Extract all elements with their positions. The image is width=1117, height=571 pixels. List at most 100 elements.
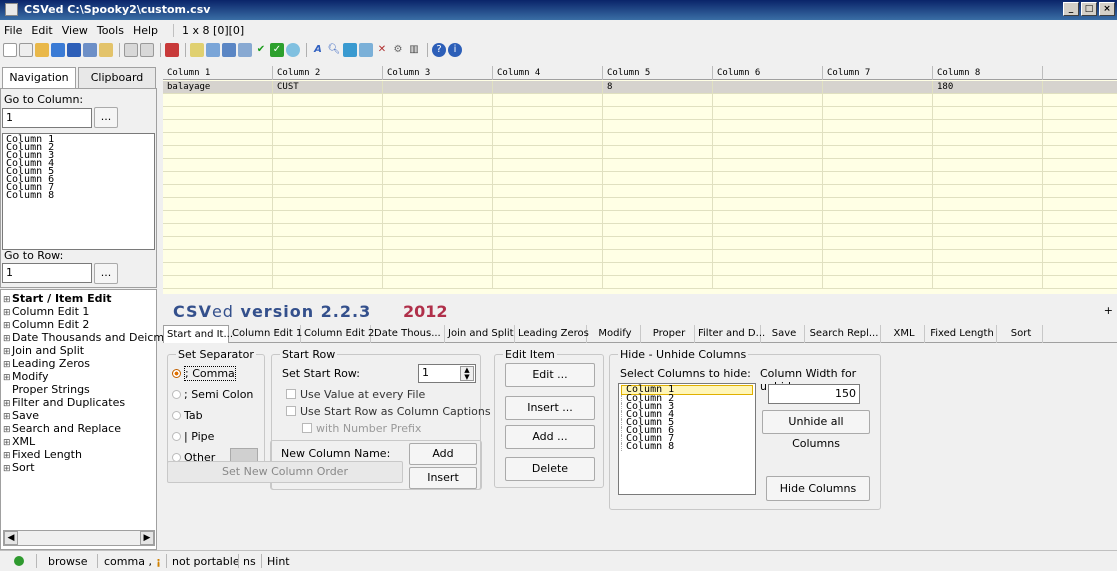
table-cell[interactable] — [1043, 263, 1117, 276]
table-row[interactable] — [163, 211, 1117, 224]
info-icon[interactable]: i — [448, 43, 462, 57]
hide-columns-list[interactable]: Column 1 Column 2 Column 3 Column 4 Column 5… — [618, 383, 756, 495]
table-cell[interactable]: balayage — [163, 81, 273, 94]
save-icon[interactable] — [67, 43, 81, 57]
table-row[interactable] — [163, 237, 1117, 250]
table-cell[interactable] — [273, 276, 383, 289]
table-cell[interactable] — [493, 185, 603, 198]
table-cell[interactable] — [273, 94, 383, 107]
table-cell[interactable] — [163, 94, 273, 107]
copy-icon[interactable] — [206, 43, 220, 57]
table-cell[interactable] — [383, 146, 493, 159]
number-prefix-checkbox[interactable]: with Number Prefix — [302, 422, 421, 435]
table-cell[interactable] — [493, 263, 603, 276]
menu-file[interactable]: File — [4, 24, 22, 37]
table-cell[interactable] — [493, 198, 603, 211]
column-list[interactable]: Column 1 Column 2 Column 3 Column 4 Colu… — [2, 133, 155, 250]
table-cell[interactable] — [493, 237, 603, 250]
table-cell[interactable] — [933, 133, 1043, 146]
table-cell[interactable] — [273, 107, 383, 120]
function-tab[interactable]: Modify — [587, 325, 641, 343]
table-cell[interactable] — [163, 146, 273, 159]
table-cell[interactable] — [823, 250, 933, 263]
table-cell[interactable] — [163, 120, 273, 133]
table-cell[interactable] — [603, 159, 713, 172]
globe-icon[interactable] — [286, 43, 300, 57]
column-header[interactable]: Column 4 — [493, 66, 603, 80]
column-header[interactable]: Column 8 — [933, 66, 1043, 80]
table-cell[interactable] — [493, 250, 603, 263]
table-cell[interactable] — [493, 81, 603, 94]
table-row[interactable] — [163, 146, 1117, 159]
column-header[interactable]: Column 3 — [383, 66, 493, 80]
radio-pipe[interactable]: | Pipe — [172, 430, 214, 443]
table-cell[interactable] — [713, 94, 823, 107]
table-cell[interactable] — [823, 159, 933, 172]
minimize-button[interactable]: _ — [1063, 2, 1079, 16]
tree-item[interactable]: ⊞Fixed Length — [1, 448, 156, 461]
tree-item[interactable]: ⊞Column Edit 1 — [1, 305, 156, 318]
function-tab[interactable]: Column Edit 2 — [301, 325, 374, 343]
go-to-column-button[interactable]: ... — [94, 107, 118, 128]
table-cell[interactable] — [493, 224, 603, 237]
table-cell[interactable] — [603, 224, 713, 237]
table-cell[interactable] — [163, 250, 273, 263]
tree-item[interactable]: Proper Strings — [1, 383, 156, 396]
table-cell[interactable] — [493, 159, 603, 172]
table-row[interactable] — [163, 198, 1117, 211]
table-cell[interactable] — [823, 107, 933, 120]
delete-item-button[interactable]: Delete — [505, 457, 595, 481]
table-cell[interactable] — [163, 172, 273, 185]
table-cell[interactable] — [603, 237, 713, 250]
menu-view[interactable]: View — [62, 24, 88, 37]
function-tab[interactable]: Date Thous... — [371, 325, 445, 343]
table-cell[interactable] — [493, 146, 603, 159]
table-cell[interactable] — [823, 211, 933, 224]
table-cell[interactable] — [163, 276, 273, 289]
set-column-order-button[interactable]: Set New Column Order — [167, 461, 403, 483]
data-grid[interactable]: Column 1 Column 2 Column 3 Column 4 Column 5… — [163, 66, 1117, 294]
table-cell[interactable] — [713, 211, 823, 224]
table-cell[interactable] — [493, 120, 603, 133]
table-cell[interactable] — [603, 211, 713, 224]
table-cell[interactable] — [383, 107, 493, 120]
table-cell[interactable] — [273, 172, 383, 185]
menu-edit[interactable]: Edit — [31, 24, 52, 37]
table-cell[interactable] — [383, 81, 493, 94]
function-tab[interactable]: Sort — [997, 325, 1043, 343]
tree-item[interactable]: ⊞Leading Zeros — [1, 357, 156, 370]
table-cell[interactable] — [603, 198, 713, 211]
go-to-row-button[interactable]: ... — [94, 263, 118, 284]
tab-clipboard[interactable]: Clipboard — [78, 67, 156, 89]
hide-columns-button[interactable]: Hide Columns — [766, 476, 870, 501]
menu-help[interactable]: Help — [133, 24, 158, 37]
table-cell[interactable] — [933, 198, 1043, 211]
table-cell[interactable] — [603, 146, 713, 159]
paste-icon[interactable] — [222, 43, 236, 57]
table-cell[interactable] — [603, 172, 713, 185]
table-cell[interactable] — [603, 94, 713, 107]
table-cell[interactable] — [273, 133, 383, 146]
tree-item[interactable]: ⊞Start / Item Edit — [1, 292, 156, 305]
table-cell[interactable] — [1043, 185, 1117, 198]
column-header[interactable]: Column 5 — [603, 66, 713, 80]
text-format-icon[interactable]: A — [311, 43, 325, 57]
table-cell[interactable] — [383, 224, 493, 237]
table-cell[interactable] — [383, 172, 493, 185]
table-cell[interactable] — [603, 263, 713, 276]
table-cell[interactable] — [933, 172, 1043, 185]
table-cell[interactable] — [1043, 250, 1117, 263]
table-cell[interactable] — [493, 211, 603, 224]
table-cell[interactable] — [383, 211, 493, 224]
table-cell[interactable] — [823, 237, 933, 250]
table-cell[interactable] — [1043, 94, 1117, 107]
table-cell[interactable] — [1043, 159, 1117, 172]
table-cell[interactable] — [1043, 81, 1117, 94]
table-cell[interactable] — [823, 185, 933, 198]
table-cell[interactable] — [273, 185, 383, 198]
tree-item[interactable]: ⊞Join and Split — [1, 344, 156, 357]
table-cell[interactable] — [163, 159, 273, 172]
table-cell[interactable] — [163, 211, 273, 224]
table-cell[interactable] — [383, 237, 493, 250]
table-cell[interactable] — [713, 185, 823, 198]
